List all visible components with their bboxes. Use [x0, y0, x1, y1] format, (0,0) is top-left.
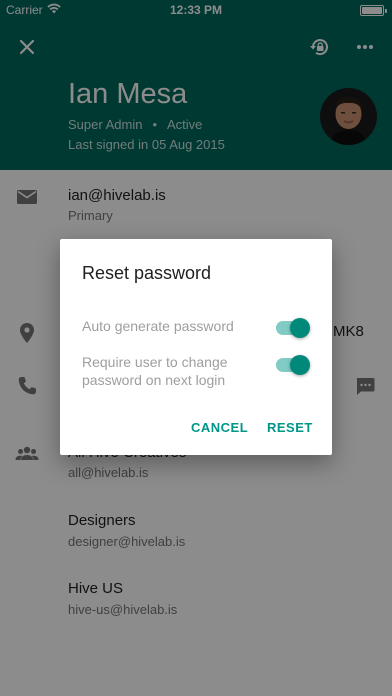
- dialog-title: Reset password: [82, 263, 212, 283]
- reset-button[interactable]: RESET: [267, 420, 313, 435]
- require-change-label: Require user to change password on next …: [82, 353, 228, 389]
- require-change-toggle[interactable]: [274, 355, 310, 375]
- auto-generate-toggle[interactable]: [274, 318, 310, 338]
- toggle-thumb: [290, 318, 310, 338]
- reset-password-dialog: Reset password Auto generate password Re…: [60, 239, 332, 455]
- cancel-button[interactable]: CANCEL: [191, 420, 248, 435]
- require-change-label-line1: Require user to change: [82, 354, 228, 370]
- toggle-thumb: [290, 355, 310, 375]
- require-change-label-line2: password on next login: [82, 372, 226, 388]
- auto-generate-label: Auto generate password: [82, 318, 234, 334]
